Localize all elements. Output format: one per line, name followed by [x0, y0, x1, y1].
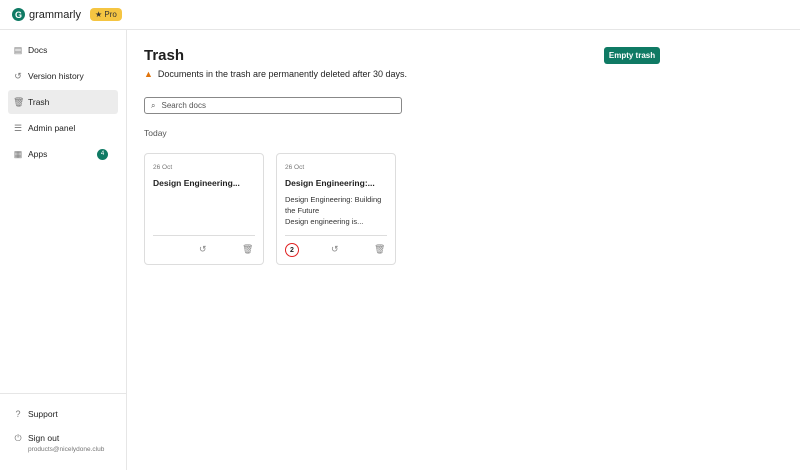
- sidebar-item-trash[interactable]: 🗑 Trash: [8, 90, 118, 114]
- history-icon: ↺: [14, 70, 22, 81]
- search-input[interactable]: ⌕ Search docs: [144, 97, 402, 114]
- power-icon: ⏻: [14, 433, 22, 443]
- sidebar-item-label: Trash: [28, 97, 50, 107]
- trash-warning: ▲ Documents in the trash are permanently …: [144, 69, 407, 79]
- doc-preview: Design Engineering: Building the Future …: [285, 195, 382, 226]
- doc-icon: ▤: [13, 44, 23, 55]
- sidebar-item-label: Admin panel: [28, 123, 76, 133]
- grammarly-logo-icon[interactable]: G: [12, 8, 25, 21]
- sidebar-item-label: Docs: [28, 45, 48, 55]
- sidebar-item-label: Version history: [28, 71, 84, 81]
- user-email: products@nicelydone.club: [28, 446, 105, 453]
- sliders-icon: ☰: [13, 122, 23, 133]
- divider: [285, 235, 387, 236]
- warning-icon: ▲: [144, 69, 153, 79]
- trash-doc-card[interactable]: 26 Oct Design Engineering:... Design Eng…: [276, 153, 396, 265]
- doc-date: 26 Oct: [153, 164, 173, 171]
- brand-name: grammarly: [29, 8, 81, 21]
- divider: [153, 235, 255, 236]
- apps-icon: ▦: [13, 148, 23, 159]
- sidebar-item-label: Apps: [28, 149, 48, 159]
- apps-count-badge: 4: [97, 148, 108, 160]
- delete-forever-icon[interactable]: 🗑: [374, 244, 385, 255]
- support-link[interactable]: ? Support: [8, 402, 118, 426]
- sidebar: ▤ Docs ↺ Version history 🗑 Trash ☰ Admin pan…: [0, 30, 127, 470]
- doc-date: 26 Oct: [285, 164, 305, 171]
- trash-doc-card[interactable]: 26 Oct Design Engineering... ↺ 🗑: [144, 153, 264, 265]
- doc-title: Design Engineering...: [153, 178, 240, 188]
- sign-out-label: Sign out: [28, 433, 60, 443]
- doc-title: Design Engineering:...: [285, 178, 375, 188]
- sidebar-item-docs[interactable]: ▤ Docs: [8, 38, 118, 62]
- sidebar-footer: ? Support ⏻ Sign out products@nicelydone.cl…: [0, 393, 127, 453]
- restore-icon[interactable]: ↺: [331, 244, 339, 255]
- restore-icon[interactable]: ↺: [199, 244, 207, 255]
- sidebar-item-version-history[interactable]: ↺ Version history: [8, 64, 118, 88]
- sidebar-item-admin-panel[interactable]: ☰ Admin panel: [8, 116, 118, 140]
- warning-text: Documents in the trash are permanently d…: [157, 69, 408, 79]
- delete-forever-icon[interactable]: 🗑: [242, 244, 253, 255]
- trash-icon: 🗑: [13, 96, 25, 107]
- empty-trash-button[interactable]: Empty trash: [604, 47, 660, 64]
- annotation-marker: 2: [285, 243, 299, 257]
- sidebar-item-apps[interactable]: ▦ Apps 4: [8, 142, 118, 166]
- section-heading-today: Today: [144, 128, 167, 138]
- sign-out-button[interactable]: ⏻ Sign out products@nicelydone.club: [8, 428, 118, 458]
- help-icon: ?: [15, 409, 21, 419]
- pro-badge: ★ Pro: [89, 8, 122, 21]
- top-bar: G grammarly ★ Pro: [0, 0, 800, 30]
- search-placeholder: Search docs: [161, 101, 206, 110]
- page-title: Trash: [144, 47, 185, 64]
- support-label: Support: [28, 409, 58, 419]
- search-icon: ⌕: [151, 100, 156, 110]
